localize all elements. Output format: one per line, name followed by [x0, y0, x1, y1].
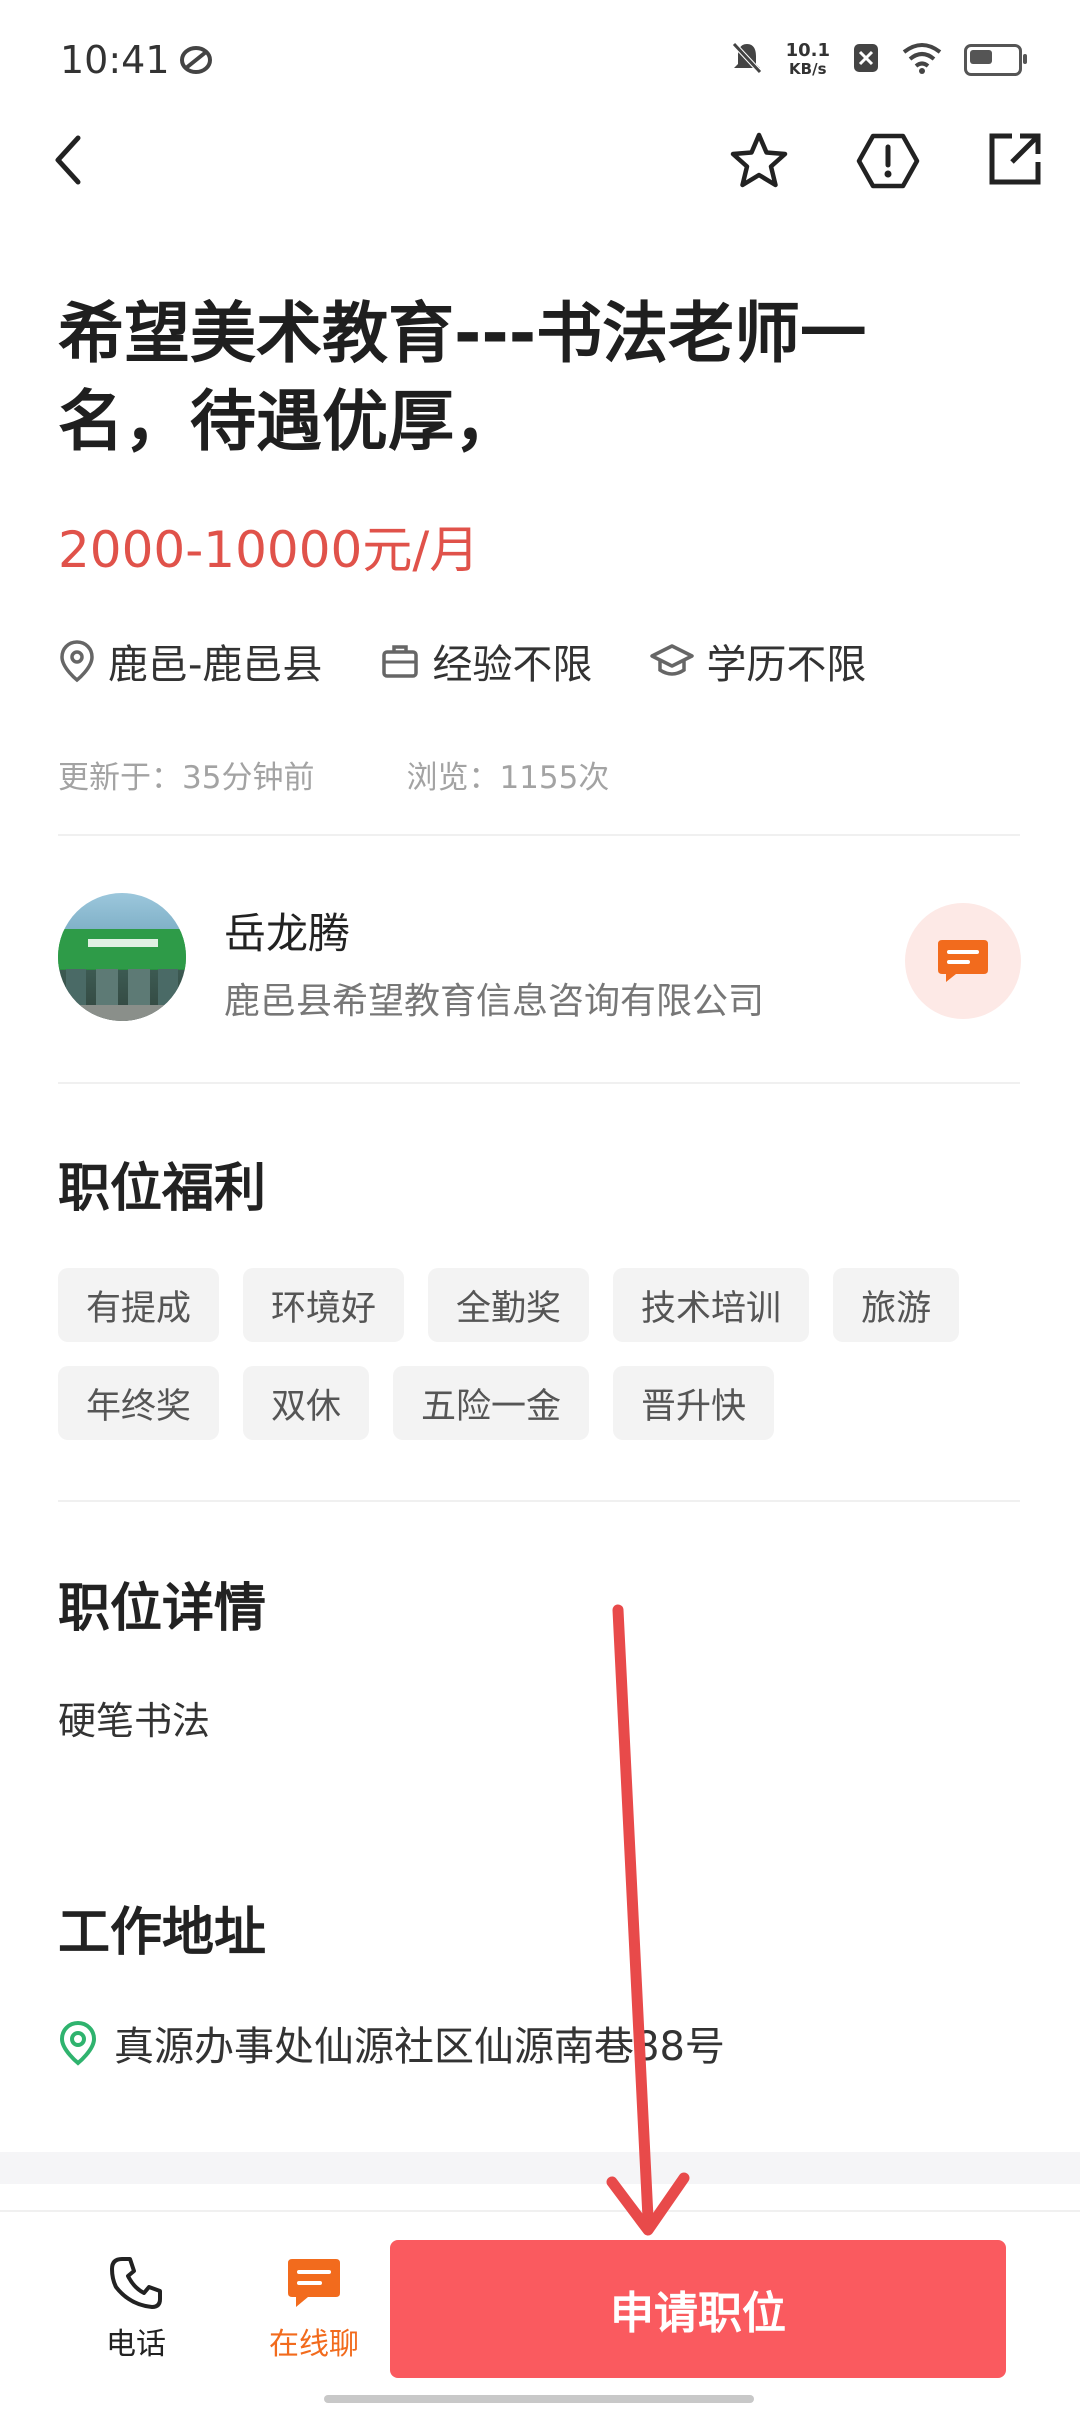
- salary: 2000-10000元/月: [58, 521, 480, 579]
- view-count: 浏览：1155次: [406, 760, 610, 796]
- wifi-icon: [902, 42, 942, 78]
- location-text: 鹿邑-鹿邑县: [108, 642, 323, 688]
- job-title: 希望美术教育---书法老师一名，待遇优厚，: [58, 295, 867, 460]
- briefcase-icon: [382, 645, 419, 678]
- section-separator: [0, 2152, 1080, 2184]
- education-text: 学历不限: [706, 642, 867, 688]
- details-text: 硬笔书法: [58, 1699, 211, 1743]
- graduation-cap-icon: [650, 644, 695, 676]
- phone-button[interactable]: 电话: [96, 2255, 176, 2363]
- benefit-tag: 有提成: [58, 1268, 220, 1342]
- address-text: 真源办事处仙源社区仙源南巷88号: [114, 2024, 725, 2070]
- phone-icon: [110, 2257, 162, 2309]
- job-meta: 鹿邑-鹿邑县 经验不限 学历不限: [58, 632, 924, 690]
- education-meta: 学历不限: [650, 632, 866, 690]
- star-icon: [730, 132, 788, 188]
- benefit-tag: 环境好: [243, 1268, 405, 1342]
- home-indicator: [324, 2395, 754, 2403]
- location-pin-icon: [60, 640, 94, 683]
- divider: [58, 1082, 1020, 1084]
- share-icon: [989, 133, 1041, 185]
- benefit-tag: 旅游: [833, 1268, 960, 1342]
- leaf-status-icon: [178, 42, 214, 82]
- benefit-tag: 五险一金: [393, 1366, 590, 1440]
- net-speed: 10.1 KB/s: [785, 40, 830, 79]
- online-chat-button[interactable]: 在线聊: [244, 2255, 384, 2363]
- benefit-tag: 晋升快: [613, 1366, 775, 1440]
- share-button[interactable]: [986, 130, 1044, 192]
- benefits-title: 职位福利: [58, 1159, 267, 1219]
- benefit-tag: 全勤奖: [428, 1268, 590, 1342]
- job-stats: 更新于：35分钟前 浏览：1155次: [58, 752, 609, 797]
- mute-icon: [730, 40, 764, 80]
- recruiter-name: 岳龙腾: [224, 909, 351, 958]
- sim-x-icon: [852, 42, 880, 78]
- location-meta: 鹿邑-鹿邑县: [58, 632, 322, 690]
- updated-time: 更新于：35分钟前: [58, 760, 315, 796]
- benefit-tag: 年终奖: [58, 1366, 220, 1440]
- apply-button[interactable]: 申请职位: [390, 2240, 1006, 2378]
- battery-icon: [964, 44, 1027, 76]
- favorite-button[interactable]: [728, 130, 790, 192]
- benefit-tags: 有提成 环境好 全勤奖 技术培训 旅游 年终奖 双休 五险一金 晋升快: [58, 1268, 1038, 1440]
- location-pin-icon: [59, 2020, 97, 2066]
- status-time: 10:41: [60, 38, 170, 82]
- benefit-tag: 技术培训: [613, 1268, 810, 1342]
- phone-label: 电话: [106, 2327, 166, 2362]
- address-row[interactable]: 真源办事处仙源社区仙源南巷88号: [58, 2014, 725, 2072]
- chat-icon: [938, 940, 988, 982]
- address-title: 工作地址: [58, 1903, 267, 1963]
- report-icon: [856, 133, 920, 189]
- benefit-tag: 双休: [243, 1366, 370, 1440]
- chat-recruiter-button[interactable]: [905, 903, 1021, 1019]
- experience-meta: 经验不限: [380, 632, 592, 690]
- net-speed-unit: KB/s: [789, 60, 827, 78]
- net-speed-value: 10.1: [785, 40, 830, 61]
- divider: [58, 1500, 1020, 1502]
- status-icons: 10.1 KB/s: [730, 40, 1027, 80]
- recruiter-company: 鹿邑县希望教育信息咨询有限公司: [224, 981, 765, 1022]
- nav-actions: [728, 130, 1044, 192]
- back-button[interactable]: [48, 130, 88, 190]
- experience-text: 经验不限: [432, 642, 593, 688]
- recruiter-avatar[interactable]: [58, 893, 186, 1021]
- divider: [58, 834, 1020, 836]
- chat-icon: [288, 2259, 340, 2307]
- chat-label: 在线聊: [269, 2327, 359, 2362]
- details-title: 职位详情: [58, 1579, 267, 1639]
- report-button[interactable]: [856, 130, 920, 192]
